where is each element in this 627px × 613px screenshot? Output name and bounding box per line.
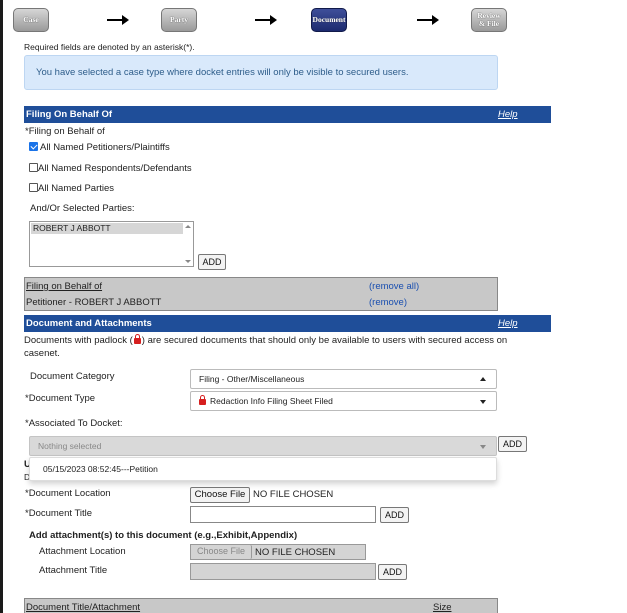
list-item[interactable]: ROBERT J ABBOTT xyxy=(31,223,183,234)
parties-listbox[interactable]: ROBERT J ABBOTT xyxy=(29,221,194,267)
padlock-note-text: Documents with padlock ( xyxy=(24,335,133,346)
document-title-label-text: Document Title xyxy=(28,508,93,519)
choose-file-button[interactable]: Choose File xyxy=(190,487,250,503)
filing-on-behalf-label: *Filing on Behalf of xyxy=(25,126,105,137)
document-location-label: *Document Location xyxy=(25,488,111,499)
document-title-input[interactable] xyxy=(190,506,376,523)
associated-docket-label-text: Associated To Docket: xyxy=(28,418,123,429)
document-location-label-text: Document Location xyxy=(28,488,111,499)
scroll-down-icon[interactable] xyxy=(185,260,191,263)
required-note: Required fields are denoted by an asteri… xyxy=(24,42,195,52)
padlock-note-text: ) are secured documents that should only… xyxy=(141,335,508,346)
chevron-down-icon xyxy=(480,445,486,449)
padlock-icon xyxy=(199,395,206,405)
chevron-down-icon xyxy=(480,400,486,404)
checkbox-all-parties[interactable] xyxy=(29,183,38,192)
attachment-choose-file-button[interactable]: Choose File xyxy=(191,545,252,559)
checkbox-label: All Named Petitioners/Plaintiffs xyxy=(40,142,170,153)
section-title: Filing On Behalf Of xyxy=(26,109,113,120)
document-type-value: Redaction Info Filing Sheet Filed xyxy=(210,396,333,406)
associated-docket-label: *Associated To Docket: xyxy=(25,418,123,429)
section-header-document: Document and Attachments Help xyxy=(24,315,551,332)
checkbox-all-petitioners[interactable] xyxy=(29,142,38,151)
checkbox-all-respondents[interactable] xyxy=(29,163,38,172)
filing-grid: Filing on Behalf of (remove all) Petitio… xyxy=(24,277,498,311)
step-arrow-icon xyxy=(255,15,277,25)
info-banner: You have selected a case type where dock… xyxy=(24,55,498,90)
help-link[interactable]: Help xyxy=(498,315,518,332)
document-type-select[interactable]: Redaction Info Filing Sheet Filed xyxy=(190,391,497,411)
document-type-label: *Document Type xyxy=(25,393,96,404)
padlock-note-line2: casenet. xyxy=(24,348,60,359)
add-document-title-button[interactable]: ADD xyxy=(380,507,409,523)
step-arrow-icon xyxy=(107,15,129,25)
padlock-icon xyxy=(133,334,141,344)
step-arrow-icon xyxy=(417,15,439,25)
left-border xyxy=(0,0,3,613)
attachment-location-label: Attachment Location xyxy=(39,546,126,557)
document-type-label-text: Document Type xyxy=(28,393,96,404)
padlock-note: Documents with padlock ( ) are secured do… xyxy=(24,334,508,346)
attachment-heading: Add attachment(s) to this document (e.g.… xyxy=(29,530,298,541)
attachment-file-field[interactable]: Choose File NO FILE CHOSEN xyxy=(190,544,366,560)
attachment-title-input[interactable] xyxy=(190,563,376,580)
col-document-title[interactable]: Document Title/Attachment xyxy=(26,602,140,613)
docket-placeholder: Nothing selected xyxy=(38,441,102,451)
step-case[interactable]: Case xyxy=(13,8,49,32)
remove-all-link[interactable]: (remove all) xyxy=(369,281,419,292)
scrollbar[interactable] xyxy=(184,223,192,265)
scroll-up-icon[interactable] xyxy=(185,225,191,228)
step-document[interactable]: Document xyxy=(311,8,347,32)
add-attachment-title-button[interactable]: ADD xyxy=(378,564,407,580)
chevron-up-icon xyxy=(480,377,486,381)
no-file-chosen: NO FILE CHOSEN xyxy=(253,489,334,500)
checkbox-label: All Named Parties xyxy=(38,183,115,194)
docket-dropdown-menu: 05/15/2023 08:52:45---Petition xyxy=(29,457,497,481)
document-category-label: Document Category xyxy=(30,371,115,382)
grid-header: Filing on Behalf of xyxy=(26,281,103,292)
col-size[interactable]: Size xyxy=(433,602,451,613)
info-banner-text: You have selected a case type where dock… xyxy=(36,67,409,78)
document-table-header: Document Title/Attachment Size xyxy=(24,598,498,613)
document-category-select[interactable]: Filing - Other/Miscellaneous xyxy=(190,369,497,389)
table-row-party: Petitioner - ROBERT J ABBOTT xyxy=(26,297,162,308)
remove-link[interactable]: (remove) xyxy=(369,297,407,308)
attachment-no-file: NO FILE CHOSEN xyxy=(255,547,336,558)
add-party-button[interactable]: ADD xyxy=(198,254,226,270)
checkbox-label: All Named Respondents/Defendants xyxy=(38,163,192,174)
document-title-label: *Document Title xyxy=(25,508,93,519)
docket-option[interactable]: 05/15/2023 08:52:45---Petition xyxy=(43,464,158,474)
attachment-title-label: Attachment Title xyxy=(39,565,108,576)
section-header-filing: Filing On Behalf Of Help xyxy=(24,106,551,123)
associated-docket-select[interactable]: Nothing selected xyxy=(29,436,497,456)
section-title: Document and Attachments xyxy=(26,318,152,329)
step-review-line2: & File xyxy=(478,19,500,28)
add-docket-button[interactable]: ADD xyxy=(498,436,527,452)
filing-on-behalf-label-text: Filing on Behalf of xyxy=(28,126,105,137)
selected-parties-label: And/Or Selected Parties: xyxy=(30,203,135,214)
help-link[interactable]: Help xyxy=(498,106,518,123)
step-review-file[interactable]: Review & File xyxy=(471,8,507,32)
step-party[interactable]: Party xyxy=(161,8,197,32)
document-category-value: Filing - Other/Miscellaneous xyxy=(199,374,305,384)
